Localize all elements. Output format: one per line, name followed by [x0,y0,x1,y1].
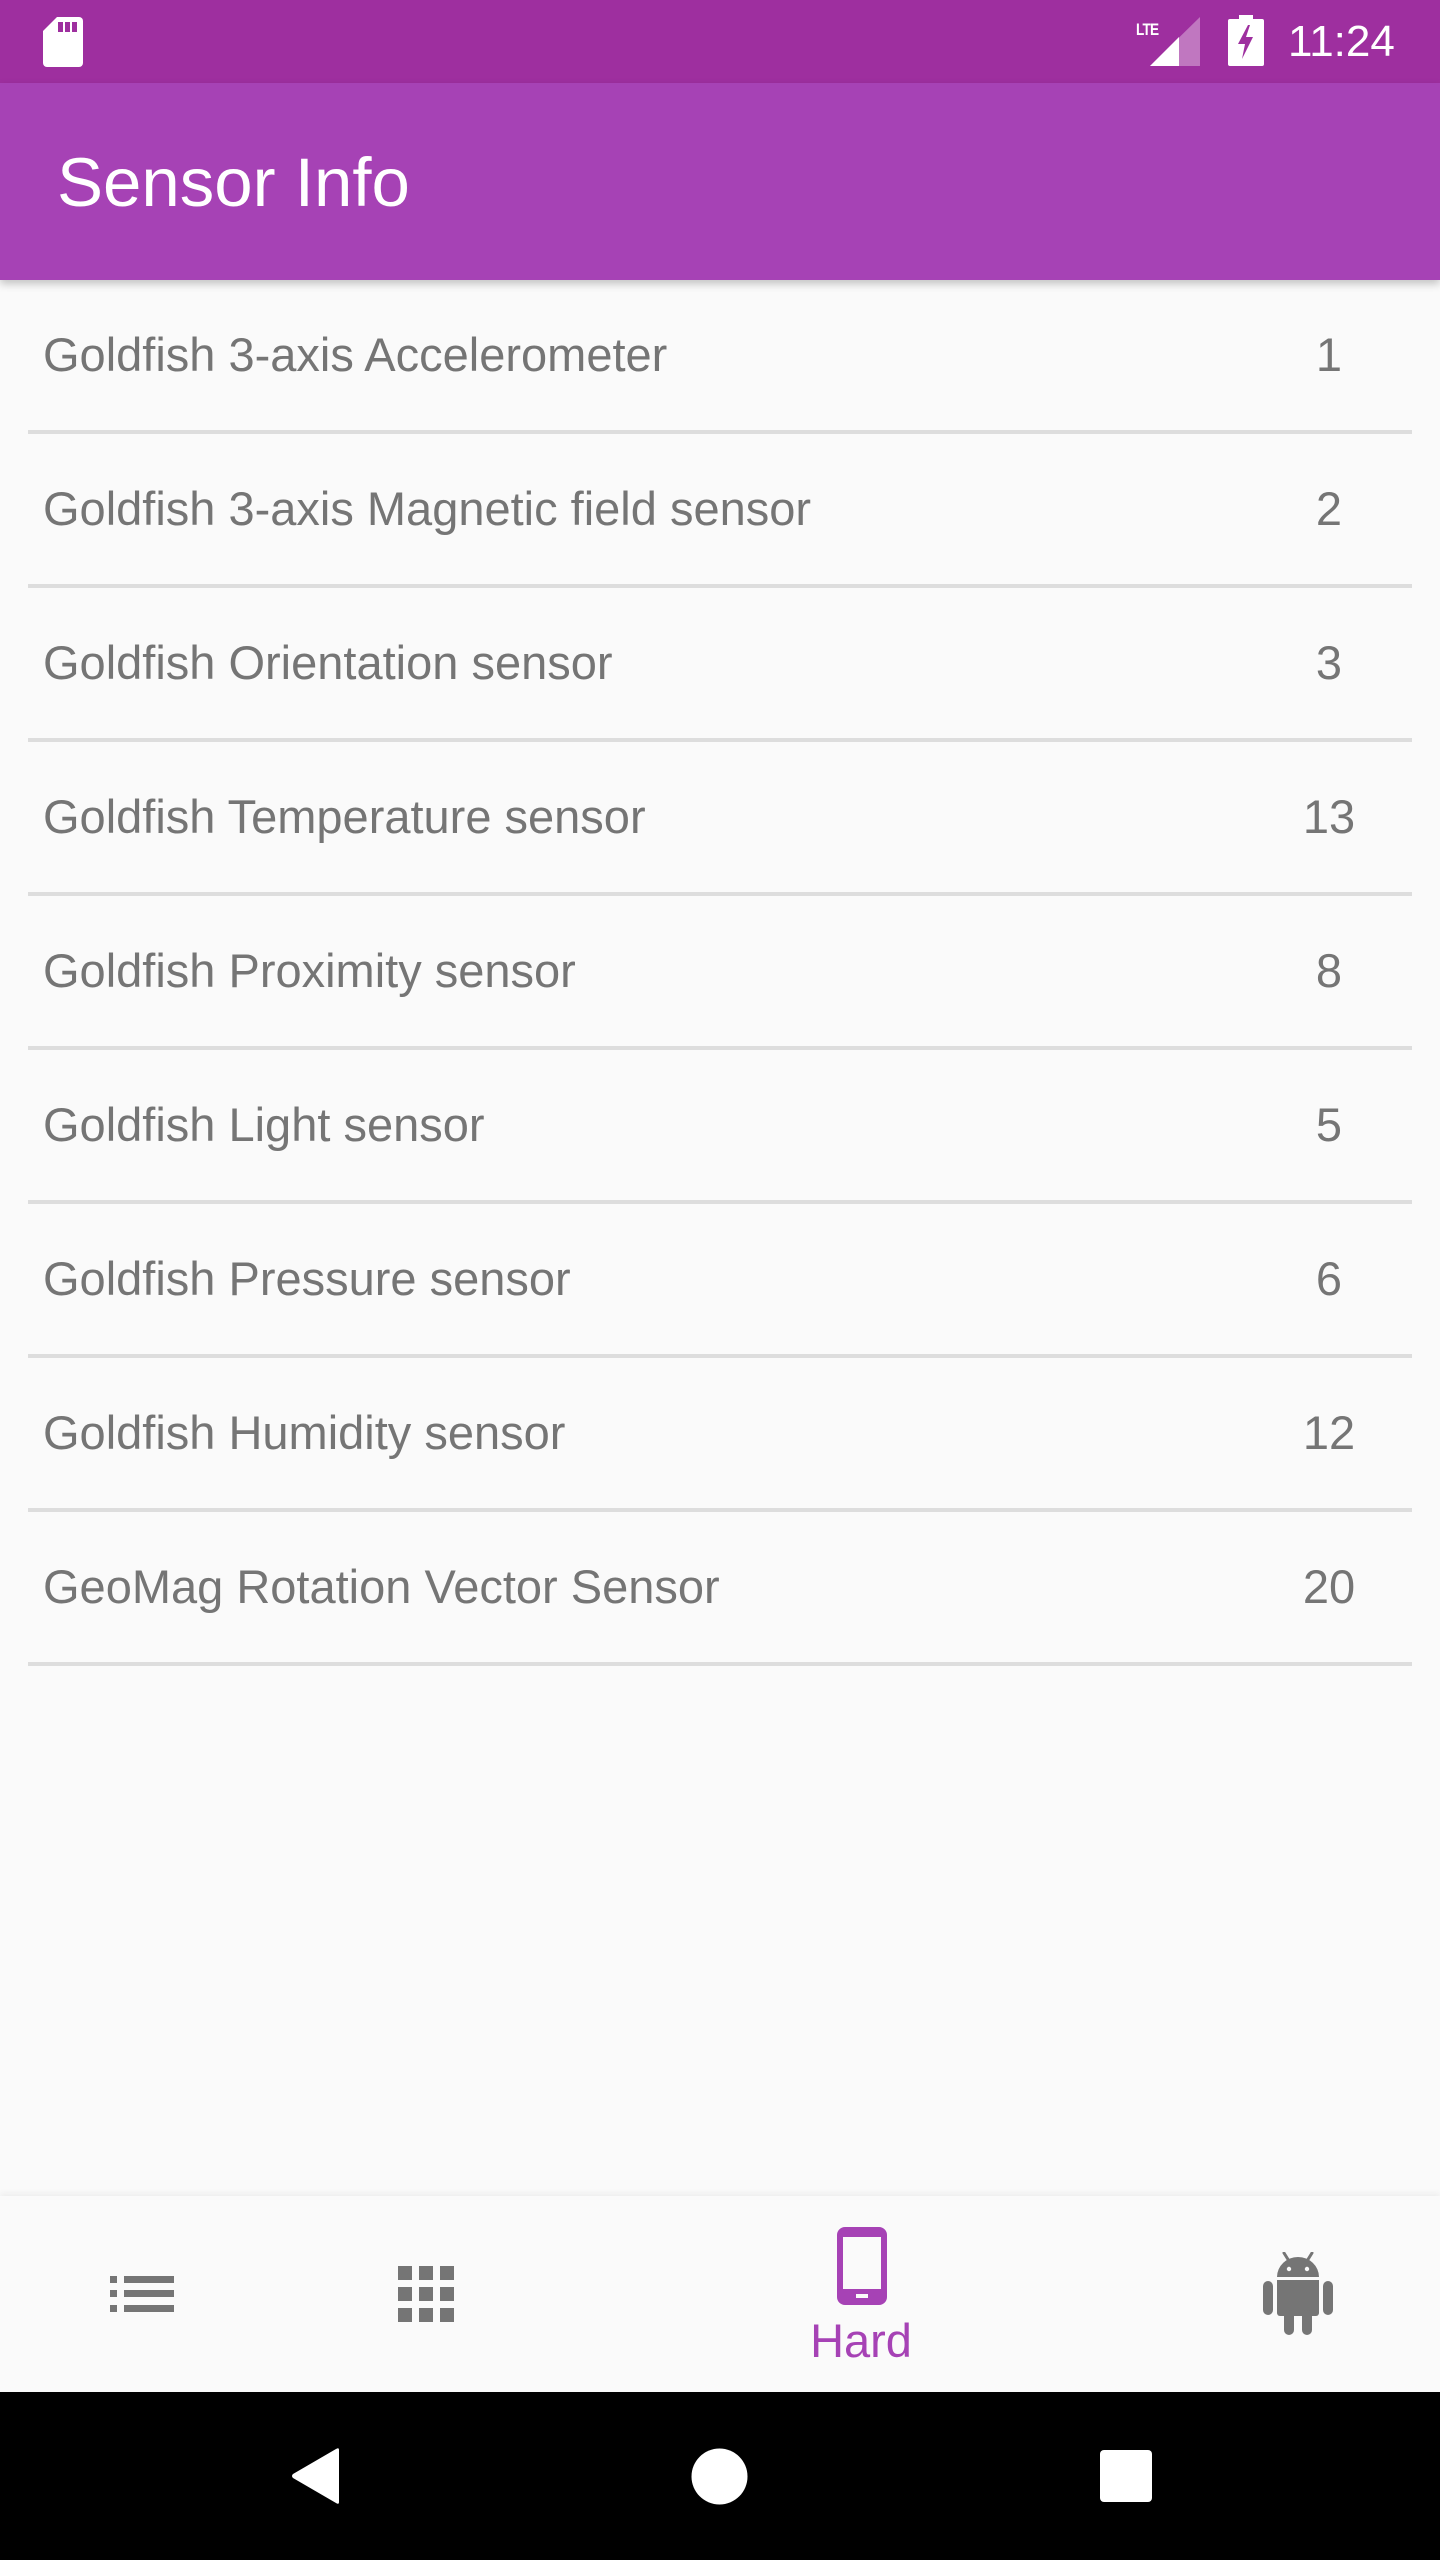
list-item[interactable]: Goldfish 3-axis Accelerometer 1 [28,280,1412,434]
sensor-name: Goldfish Temperature sensor [43,790,646,843]
sensor-type-number: 12 [1302,1406,1356,1459]
sensor-name: Goldfish Proximity sensor [43,944,576,997]
sensor-type-number: 20 [1302,1560,1356,1613]
bottom-navigation: Hard [0,2196,1440,2392]
sensor-type-number: 3 [1315,636,1343,689]
status-bar: LTE 11:24 [0,0,1440,83]
nav-item-hard[interactable]: Hard [640,2196,1082,2392]
list-item[interactable]: Goldfish Temperature sensor 13 [28,742,1412,896]
list-item[interactable]: Goldfish Humidity sensor 12 [28,1358,1412,1512]
app-bar: Sensor Info [0,83,1440,280]
list-item[interactable]: Goldfish Pressure sensor 6 [28,1204,1412,1358]
home-button[interactable] [691,2448,748,2505]
sensor-type-number: 13 [1302,790,1356,843]
sensor-name: Goldfish Light sensor [43,1098,485,1151]
sensor-name: Goldfish Orientation sensor [43,636,613,689]
sensor-type-number: 5 [1315,1098,1343,1151]
system-navigation-bar [0,2392,1440,2560]
sensor-name: Goldfish 3-axis Accelerometer [43,328,668,381]
nav-item-android[interactable] [1156,2196,1440,2392]
phone-icon [837,2227,887,2305]
sensor-type-number: 6 [1315,1252,1343,1305]
sd-card-icon [43,17,83,67]
sensor-type-number: 1 [1315,328,1343,381]
nav-item-grid[interactable] [284,2196,568,2392]
sensor-name: Goldfish 3-axis Magnetic field sensor [43,482,812,535]
list-item[interactable]: Goldfish 3-axis Magnetic field sensor 2 [28,434,1412,588]
recents-button[interactable] [1100,2450,1152,2502]
android-icon [1263,2252,1333,2335]
sensor-type-number: 8 [1315,944,1343,997]
back-button[interactable] [291,2448,341,2504]
sensor-type-number: 2 [1315,482,1343,535]
nav-label-hard: Hard [810,2314,912,2367]
grid-icon [398,2266,454,2322]
page-title: Sensor Info [57,144,410,221]
list-icon [110,2276,174,2312]
list-item[interactable]: Goldfish Orientation sensor 3 [28,588,1412,742]
list-item[interactable]: Goldfish Proximity sensor 8 [28,896,1412,1050]
clock: 11:24 [1288,17,1395,66]
sensor-name: Goldfish Humidity sensor [43,1406,566,1459]
sensor-list: Goldfish 3-axis Accelerometer 1 Goldfish… [0,280,1440,1666]
list-item[interactable]: GeoMag Rotation Vector Sensor 20 [28,1512,1412,1666]
sensor-name: Goldfish Pressure sensor [43,1252,571,1305]
list-item[interactable]: Goldfish Light sensor 5 [28,1050,1412,1204]
nav-item-list[interactable] [0,2196,284,2392]
signal-strength-icon [1150,17,1200,66]
battery-charging-icon [1228,15,1264,66]
sensor-name: GeoMag Rotation Vector Sensor [43,1560,720,1613]
